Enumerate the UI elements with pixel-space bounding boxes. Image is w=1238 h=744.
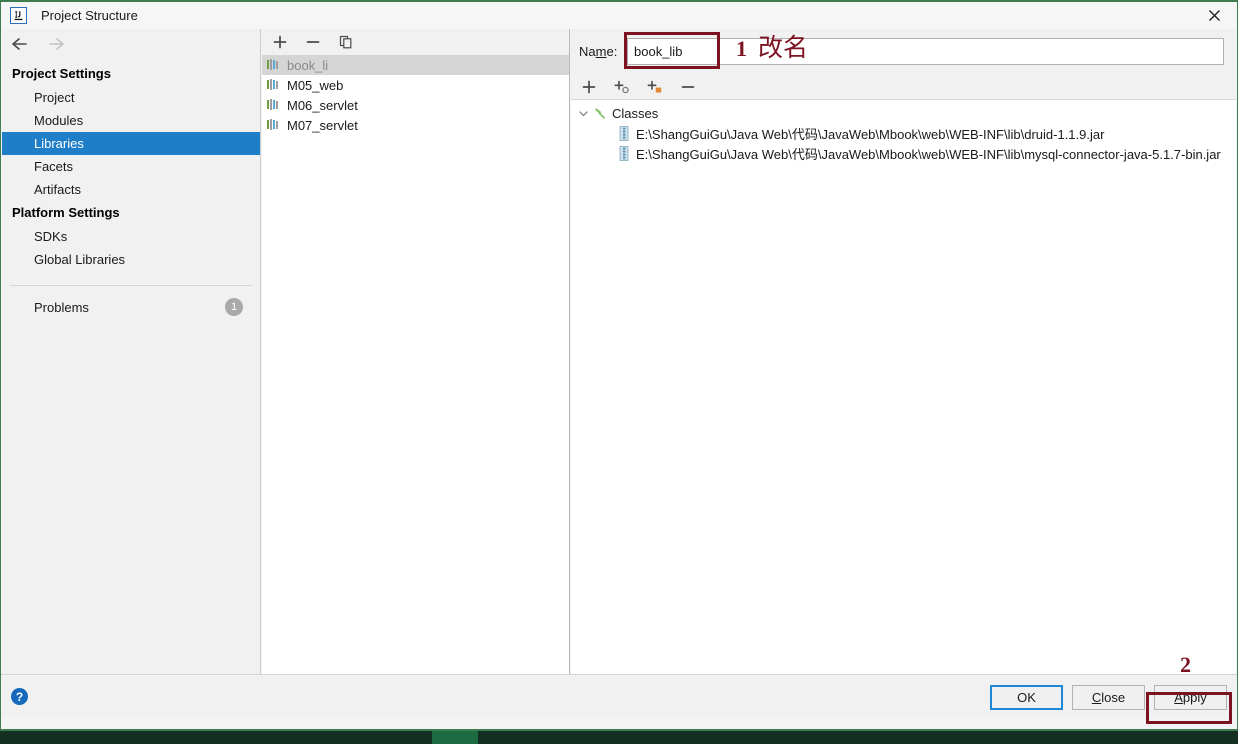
tree-node-label: E:\ShangGuiGu\Java Web\代码\JavaWeb\Mbook\… xyxy=(636,126,1105,142)
library-icon xyxy=(266,78,282,92)
library-list-toolbar xyxy=(262,29,569,55)
tree-node-classes[interactable]: Classes xyxy=(571,103,1236,123)
project-structure-dialog: Project Structure Project Settings Proje… xyxy=(0,0,1238,731)
list-item[interactable]: M06_servlet xyxy=(262,95,569,115)
add-class-button[interactable] xyxy=(612,77,632,97)
problems-count-badge: 1 xyxy=(225,298,243,316)
close-icon xyxy=(1208,10,1220,21)
arrow-right-icon xyxy=(49,37,64,50)
add-module-button[interactable] xyxy=(645,77,665,97)
jar-icon xyxy=(615,145,633,161)
title-bar: Project Structure xyxy=(1,2,1237,29)
library-detail-panel: Name: book_lib Classes E:\ShangGuiGu\Jav… xyxy=(571,29,1236,687)
list-item[interactable]: book_li xyxy=(262,55,569,75)
taskbar xyxy=(0,731,1238,744)
help-button[interactable]: ? xyxy=(11,688,28,705)
sidebar-item-problems[interactable]: Problems 1 xyxy=(2,296,260,319)
nav-group-project-settings: Project Settings xyxy=(12,66,111,81)
dialog-actions: OK Close Apply xyxy=(990,685,1227,710)
plus-circle-icon xyxy=(614,80,629,93)
intellij-idea-icon xyxy=(10,7,27,24)
list-item[interactable]: M07_servlet xyxy=(262,115,569,135)
nav-group-platform-settings: Platform Settings xyxy=(12,205,120,220)
sidebar-item-global-libraries[interactable]: Global Libraries xyxy=(2,248,260,271)
dialog-button-bar: ? OK Close Apply xyxy=(1,674,1237,718)
copy-icon xyxy=(339,35,352,48)
list-item-label: M07_servlet xyxy=(287,117,358,133)
list-item[interactable]: M05_web xyxy=(262,75,569,95)
screenshot-root: Project Structure Project Settings Proje… xyxy=(0,0,1238,744)
add-jar-button[interactable] xyxy=(579,77,599,97)
arrow-left-icon xyxy=(12,37,27,50)
list-item-label: M06_servlet xyxy=(287,97,358,113)
plus-icon xyxy=(273,35,287,48)
ok-button[interactable]: OK xyxy=(990,685,1063,710)
sidebar-item-sdks[interactable]: SDKs xyxy=(2,225,260,248)
library-list-panel: book_li M05_web M06_servlet M07_servlet xyxy=(262,29,570,687)
library-icon xyxy=(266,58,282,72)
library-list: book_li M05_web M06_servlet M07_servlet xyxy=(262,55,569,686)
sidebar-item-artifacts[interactable]: Artifacts xyxy=(2,178,260,201)
sidebar-divider xyxy=(10,285,252,286)
library-icon xyxy=(266,98,282,112)
apply-button[interactable]: Apply xyxy=(1154,685,1227,710)
add-library-button[interactable] xyxy=(270,32,290,52)
sidebar-item-facets[interactable]: Facets xyxy=(2,155,260,178)
forward-button[interactable] xyxy=(46,34,66,54)
sidebar-item-libraries[interactable]: Libraries xyxy=(2,132,260,155)
tree-node-label: E:\ShangGuiGu\Java Web\代码\JavaWeb\Mbook\… xyxy=(636,146,1221,162)
remove-item-button[interactable] xyxy=(678,77,698,97)
library-name-row: Name: xyxy=(571,29,1236,74)
chevron-down-icon[interactable] xyxy=(575,105,591,121)
plus-icon xyxy=(582,80,596,93)
tree-node-label: Classes xyxy=(612,105,659,121)
name-field-label: Name: xyxy=(579,44,618,59)
settings-nav-list: Project Settings Project Modules Librari… xyxy=(2,58,260,319)
list-item-label: M05_web xyxy=(287,77,344,93)
problems-label: Problems xyxy=(34,300,89,315)
tree-node-jar[interactable]: E:\ShangGuiGu\Java Web\代码\JavaWeb\Mbook\… xyxy=(571,123,1236,143)
window-title: Project Structure xyxy=(41,8,138,23)
sidebar-item-modules[interactable]: Modules xyxy=(2,109,260,132)
copy-library-button[interactable] xyxy=(336,32,356,52)
plus-square-icon xyxy=(647,80,662,92)
dialog-body: Project Settings Project Modules Librari… xyxy=(1,29,1237,687)
close-button[interactable]: Close xyxy=(1072,685,1145,710)
name-input-wrapper xyxy=(627,38,1224,65)
library-icon xyxy=(266,118,282,132)
list-item-label: book_li xyxy=(287,57,329,73)
back-button[interactable] xyxy=(10,34,30,54)
classes-toolbar xyxy=(571,74,1236,100)
hammer-icon xyxy=(591,105,609,121)
minus-icon xyxy=(306,40,320,43)
sidebar-nav-arrows xyxy=(2,29,260,58)
taskbar-active-item[interactable] xyxy=(432,731,478,744)
close-window-button[interactable] xyxy=(1191,2,1237,29)
remove-library-button[interactable] xyxy=(303,32,323,52)
library-contents-tree: Classes E:\ShangGuiGu\Java Web\代码\JavaWe… xyxy=(571,100,1236,686)
tree-node-jar[interactable]: E:\ShangGuiGu\Java Web\代码\JavaWeb\Mbook\… xyxy=(571,143,1236,163)
library-name-input[interactable] xyxy=(627,38,1224,65)
sidebar-item-project[interactable]: Project xyxy=(2,86,260,109)
minus-icon xyxy=(681,85,695,88)
jar-icon xyxy=(615,125,633,141)
settings-sidebar: Project Settings Project Modules Librari… xyxy=(2,29,261,687)
